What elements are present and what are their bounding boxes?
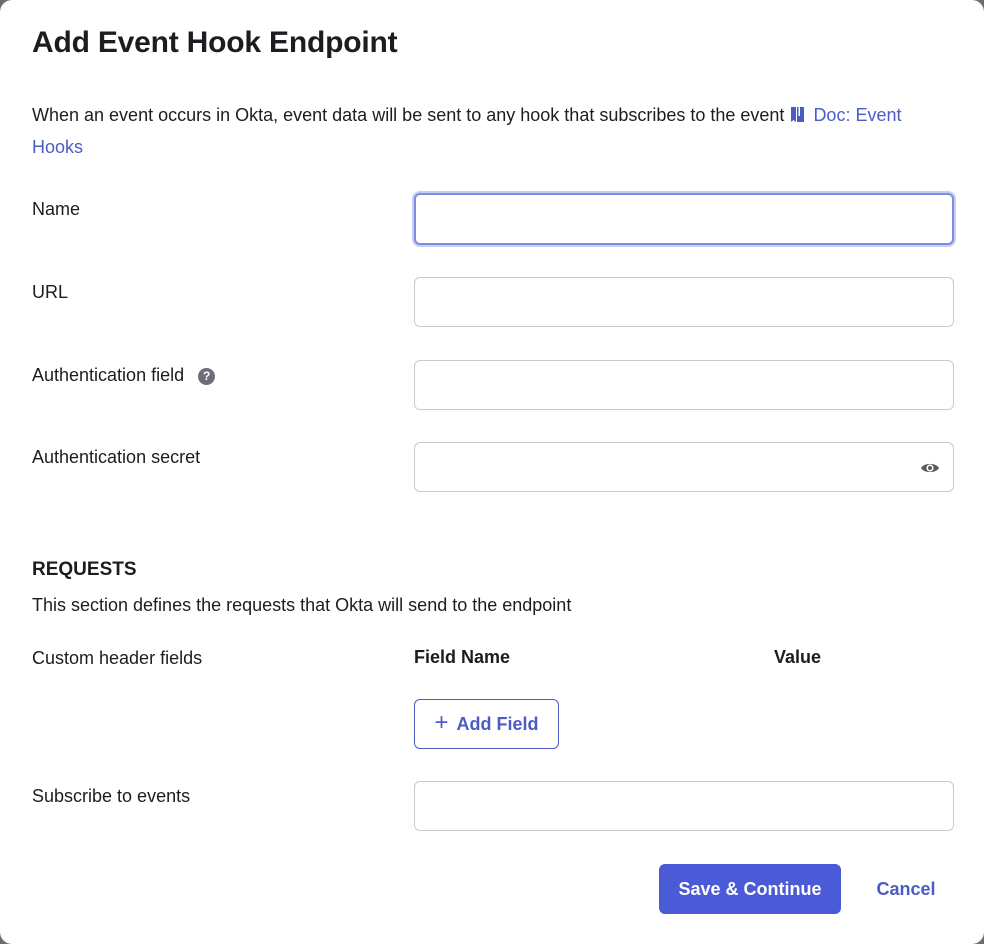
- add-field-label: Add Field: [456, 713, 539, 734]
- auth-field-label-row: Authentication field?: [32, 365, 216, 386]
- auth-field-input[interactable]: [414, 360, 954, 410]
- name-label: Name: [32, 199, 81, 219]
- url-label: URL: [32, 282, 69, 302]
- add-field-button[interactable]: + Add Field: [414, 699, 559, 749]
- book-icon: [791, 107, 805, 122]
- auth-secret-input[interactable]: [414, 442, 954, 492]
- description-text: When an event occurs in Okta, event data…: [32, 105, 785, 125]
- name-input[interactable]: [414, 193, 954, 245]
- auth-field-label: Authentication field: [32, 365, 185, 385]
- add-event-hook-dialog: Add Event Hook Endpoint When an event oc…: [0, 0, 984, 944]
- eye-icon[interactable]: [920, 459, 940, 477]
- custom-header-label: Custom header fields: [32, 648, 203, 668]
- requests-heading: REQUESTS: [32, 559, 137, 580]
- auth-secret-label: Authentication secret: [32, 447, 201, 467]
- cancel-button[interactable]: Cancel: [858, 864, 954, 914]
- field-name-column-header: Field Name: [414, 647, 511, 667]
- requests-description: This section defines the requests that O…: [32, 595, 572, 615]
- dialog-title: Add Event Hook Endpoint: [32, 26, 398, 59]
- save-continue-button[interactable]: Save & Continue: [659, 864, 841, 914]
- subscribe-label: Subscribe to events: [32, 786, 191, 806]
- url-input[interactable]: [414, 277, 954, 327]
- question-circle-icon[interactable]: ?: [198, 368, 216, 385]
- subscribe-events-input[interactable]: [414, 781, 954, 831]
- plus-icon: +: [434, 709, 449, 736]
- dialog-description: When an event occurs in Okta, event data…: [32, 99, 952, 163]
- value-column-header: Value: [774, 647, 822, 667]
